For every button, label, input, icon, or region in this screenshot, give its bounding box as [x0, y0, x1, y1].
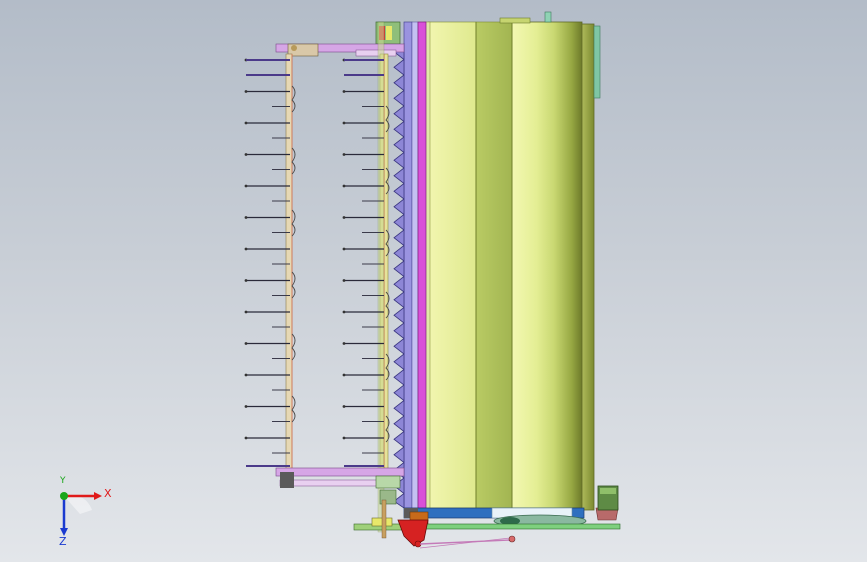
z-axis-label: Z	[59, 535, 67, 548]
tine-tip	[342, 90, 346, 93]
tine-tip	[342, 310, 346, 314]
tine-tip	[244, 184, 248, 188]
header-assembly-model[interactable]	[0, 0, 867, 562]
tine-tip	[244, 342, 248, 345]
tine-tip	[244, 310, 248, 314]
coordinate-triad: X Y Z	[40, 476, 120, 550]
tine-tip	[244, 216, 248, 219]
tine-tip	[342, 373, 346, 377]
y-axis-dot	[60, 492, 68, 500]
tine-tip	[244, 90, 248, 93]
tine-tip	[244, 436, 248, 440]
tine-tip	[342, 405, 346, 408]
y-axis-label: Y	[60, 476, 66, 486]
tine-tip	[244, 247, 248, 251]
tine-tip	[342, 342, 346, 345]
tine-tip	[244, 153, 248, 156]
reel-tines[interactable]	[244, 58, 390, 467]
tine-tip	[342, 184, 346, 188]
reel-frame[interactable]	[285, 21, 389, 533]
tine-tip	[342, 153, 346, 156]
tine-tip	[244, 405, 248, 408]
tine-tip	[342, 121, 346, 125]
cleaning-drum[interactable]	[423, 11, 601, 511]
x-axis-label: X	[104, 487, 112, 500]
cad-graphics-area[interactable]: X Y Z	[0, 0, 867, 562]
tine-tip	[244, 373, 248, 377]
auger-flighting[interactable]	[393, 43, 405, 509]
tine-tip	[342, 247, 346, 251]
top-drive-assembly[interactable]	[275, 21, 405, 57]
tine-tip	[244, 121, 248, 125]
feeder-side-plate[interactable]	[403, 21, 427, 509]
tine-tip	[244, 279, 248, 282]
tine-tip	[342, 216, 346, 219]
tine-tip	[342, 279, 346, 282]
tine-tip	[342, 436, 346, 440]
